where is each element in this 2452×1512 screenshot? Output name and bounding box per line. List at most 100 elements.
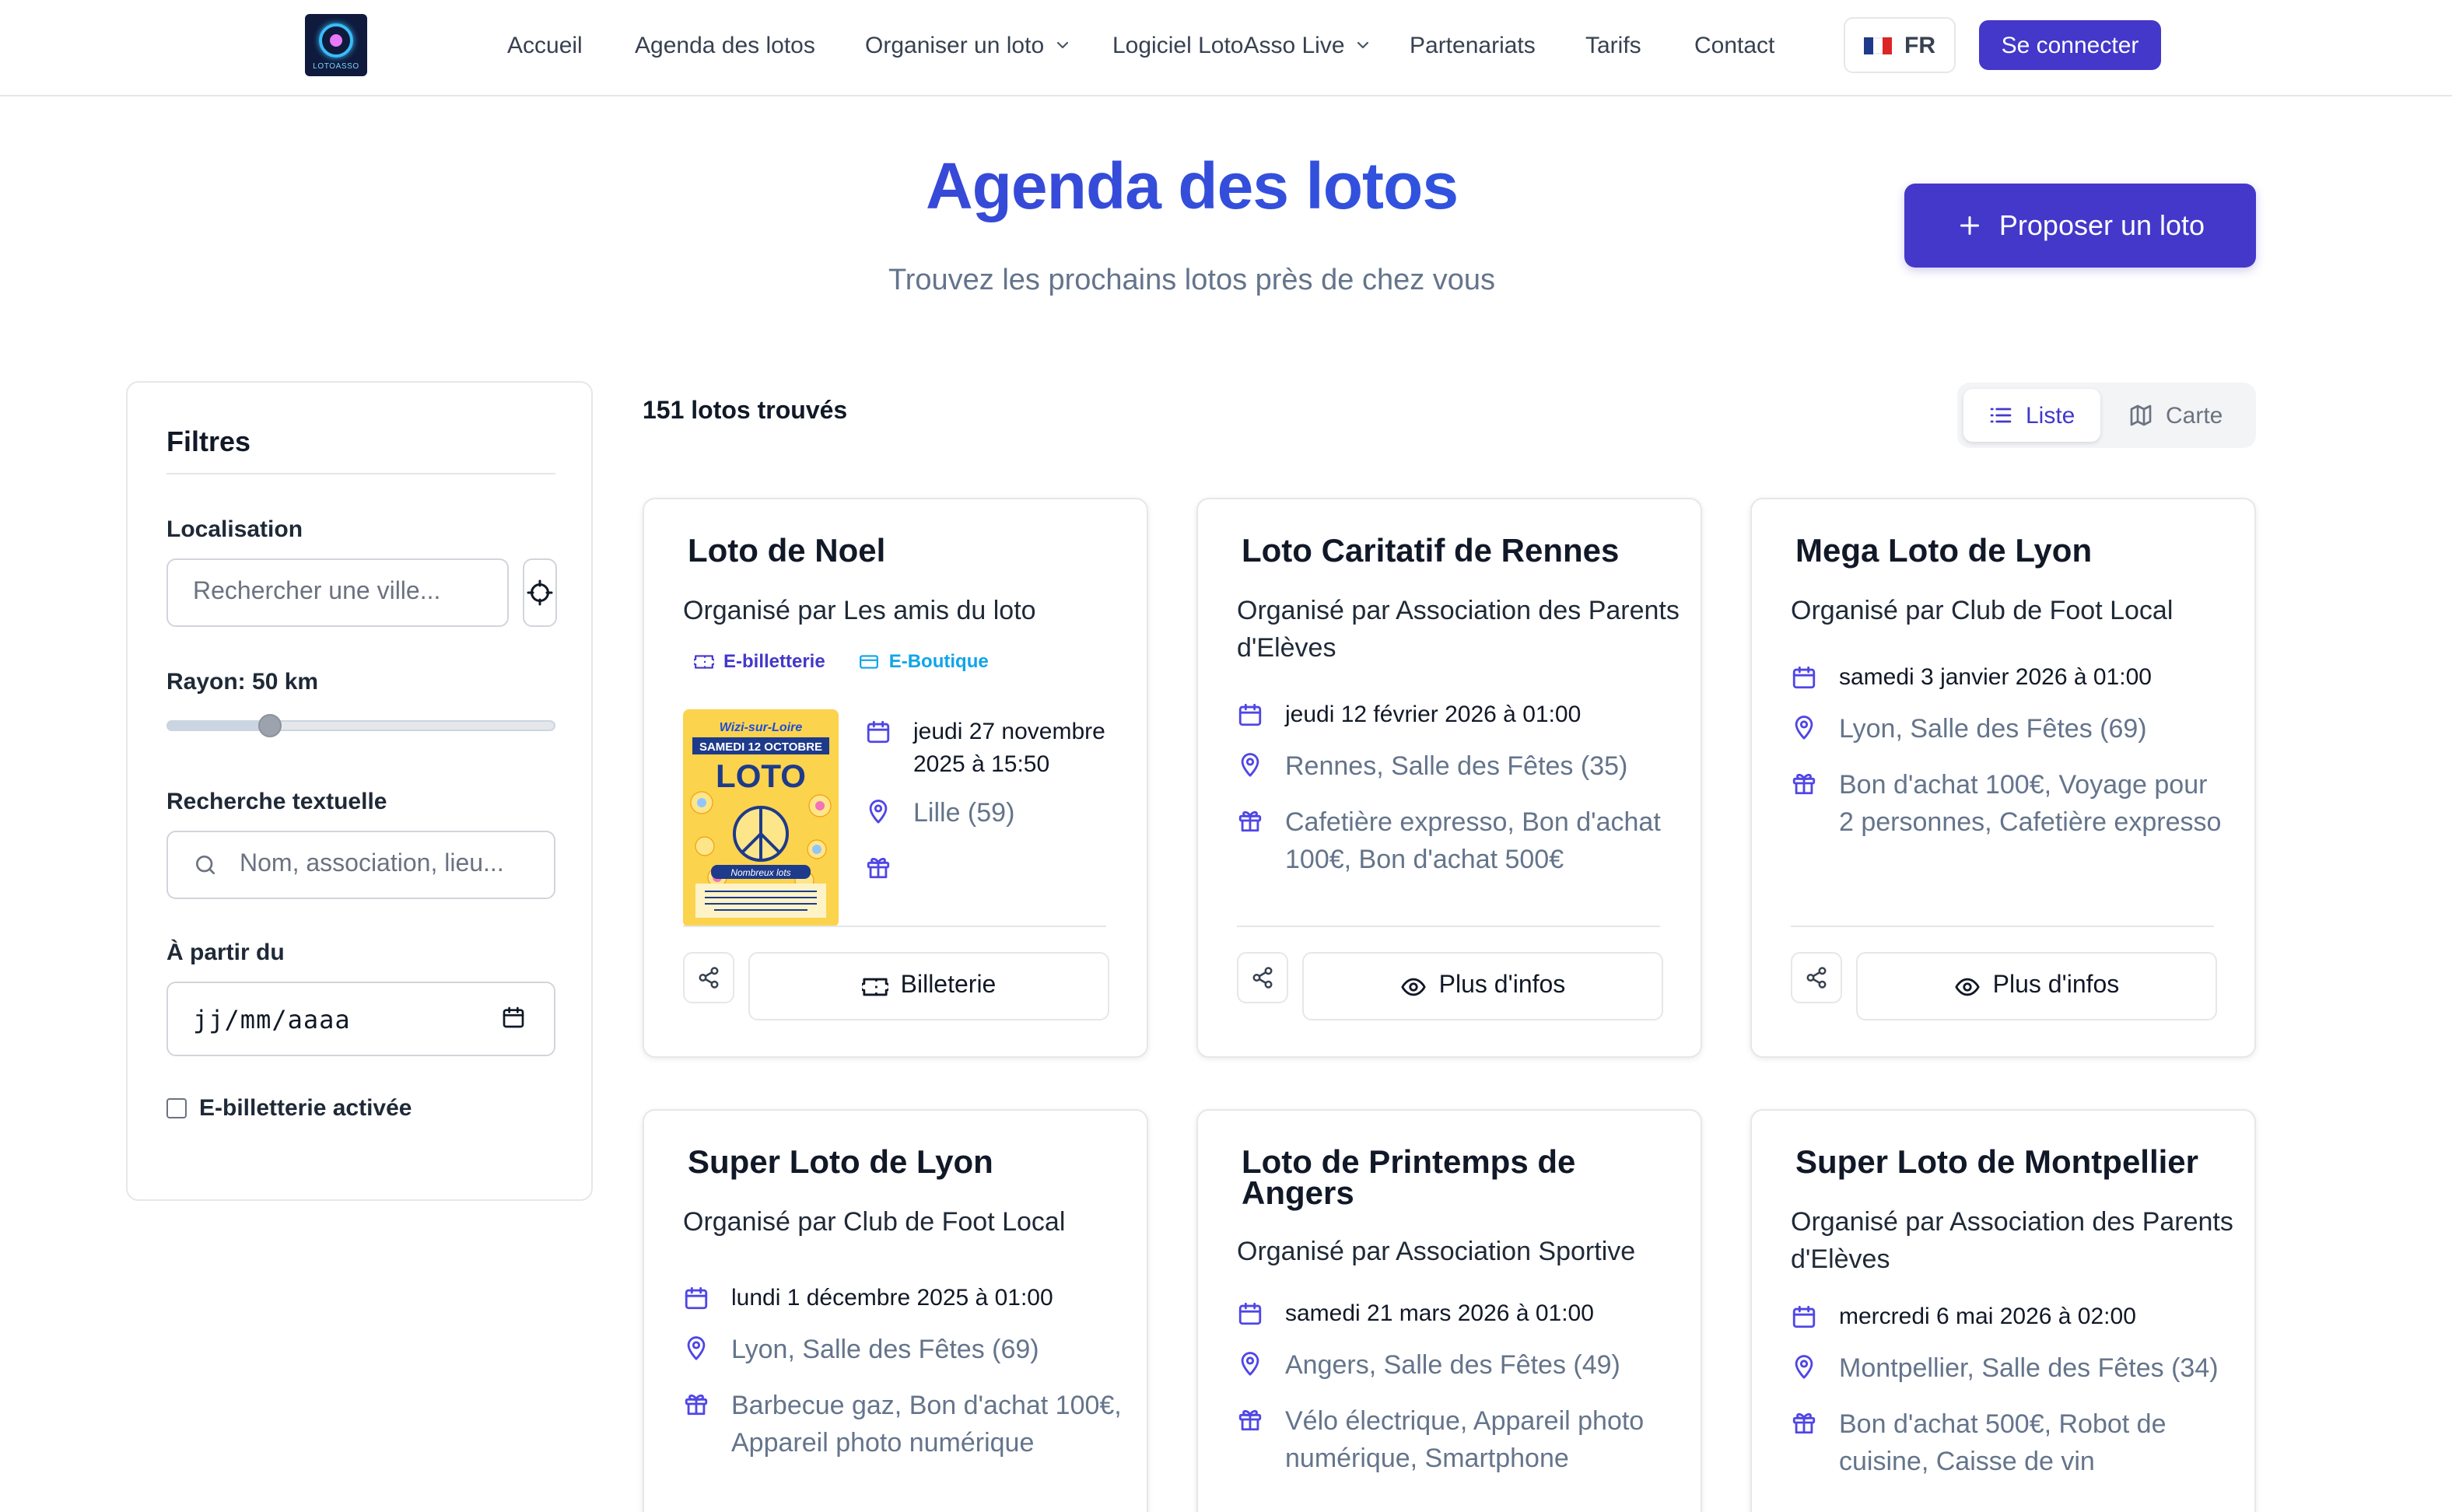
poster-lots: Nombreux lots (730, 867, 790, 878)
more-info-button[interactable]: Plus d'infos (1856, 952, 2217, 1020)
more-info-label: Plus d'infos (1438, 972, 1566, 999)
france-flag-icon (1864, 37, 1892, 54)
card-date-row: lundi 1 décembre 2025 à 01:00 (683, 1282, 1053, 1314)
radius-slider[interactable] (166, 714, 555, 737)
map-pin-icon (1791, 1353, 1817, 1380)
radius-slider-fill (166, 720, 270, 731)
nav-accueil[interactable]: Accueil (507, 32, 583, 58)
nav-organiser[interactable]: Organiser un loto (865, 32, 1072, 58)
list-view-button[interactable]: Liste (1963, 389, 2100, 442)
loto-card: Mega Loto de Lyon Organisé par Club de F… (1750, 498, 2256, 1058)
propose-loto-button[interactable]: Proposer un loto (1904, 184, 2256, 268)
text-search-input[interactable]: Nom, association, lieu... (166, 831, 555, 899)
nav-tarifs[interactable]: Tarifs (1585, 32, 1641, 58)
nav-organiser-label: Organiser un loto (865, 32, 1045, 58)
card-divider (683, 926, 1106, 927)
card-organizer: Organisé par Club de Foot Local (1791, 596, 2174, 625)
card-divider (1237, 926, 1660, 927)
radius-slider-thumb[interactable] (257, 714, 282, 737)
map-pin-icon (1237, 751, 1263, 778)
card-location: Montpellier, Salle des Fêtes (34) (1839, 1353, 2219, 1383)
eboutique-badge: E-Boutique (860, 650, 989, 672)
date-placeholder: jj/mm/aaaa (193, 1004, 351, 1034)
from-date-input[interactable]: jj/mm/aaaa (166, 982, 555, 1056)
card-title: Loto de Printemps de Angers (1242, 1145, 1576, 1212)
loto-card: Super Loto de Lyon Organisé par Club de … (643, 1109, 1148, 1512)
card-date: samedi 21 mars 2026 à 01:00 (1285, 1300, 1594, 1327)
card-date: jeudi 12 février 2026 à 01:00 (1285, 702, 1582, 728)
nav-logiciel[interactable]: Logiciel LotoAsso Live (1112, 32, 1373, 58)
card-date: samedi 3 janvier 2026 à 01:00 (1839, 664, 2152, 691)
gift-icon (1791, 770, 1817, 796)
poster-date: SAMEDI 12 OCTOBRE (699, 740, 822, 754)
card-prizes-row: Bon d'achat 100€, Voyage pour 2 personne… (1791, 767, 2228, 842)
card-location-row: Lyon, Salle des Fêtes (69) (1791, 711, 2147, 748)
nav-agenda[interactable]: Agenda des lotos (635, 32, 815, 58)
share-button[interactable] (1237, 952, 1288, 1003)
plus-icon (1956, 212, 1984, 240)
card-date-row: jeudi 12 février 2026 à 01:00 (1237, 698, 1581, 731)
event-poster-image[interactable]: Wizi-sur-Loire SAMEDI 12 OCTOBRE LOTO No… (683, 709, 839, 927)
map-view-button[interactable]: Carte (2103, 389, 2247, 442)
filters-panel: Filtres Localisation Rechercher une vill… (126, 381, 593, 1201)
card-prizes: Bon d'achat 100€, Voyage pour 2 personne… (1839, 770, 2222, 837)
search-icon (193, 852, 218, 877)
card-location-row: Montpellier, Salle des Fêtes (34) (1791, 1350, 2219, 1388)
login-button[interactable]: Se connecter (1979, 20, 2161, 70)
geolocate-button[interactable] (523, 558, 557, 627)
text-search-placeholder: Nom, association, lieu... (240, 851, 504, 877)
list-view-label: Liste (2026, 402, 2075, 429)
calendar-icon (1791, 664, 1817, 691)
eticket-checkbox[interactable] (166, 1098, 187, 1118)
card-organizer: Organisé par Les amis du loto (683, 596, 1036, 625)
card-location-row: Lille (59) (865, 795, 1014, 832)
card-location-row: Lyon, Salle des Fêtes (69) (683, 1332, 1039, 1369)
card-badges: E-billetterie E-Boutique (694, 650, 989, 672)
eye-icon (1954, 973, 1981, 999)
share-icon (1251, 966, 1274, 989)
card-prizes-row: Bon d'achat 500€, Robot de cuisine, Cais… (1791, 1406, 2228, 1481)
nav-contact[interactable]: Contact (1694, 32, 1774, 58)
eticket-filter[interactable]: E-billetterie activée (166, 1095, 412, 1122)
filters-divider (166, 473, 555, 474)
lotoasso-logo[interactable]: LOTOASSO (305, 14, 367, 76)
gift-icon (1791, 1409, 1817, 1436)
more-info-label: Plus d'infos (1992, 972, 2120, 999)
card-date: mercredi 6 mai 2026 à 02:00 (1839, 1304, 2136, 1330)
language-selector[interactable]: FR (1844, 17, 1956, 73)
calendar-picker-icon[interactable] (501, 1005, 526, 1030)
nav-partenariats[interactable]: Partenariats (1410, 32, 1536, 58)
card-date-row: samedi 21 mars 2026 à 01:00 (1237, 1297, 1594, 1330)
loto-card: Super Loto de Montpellier Organisé par A… (1750, 1109, 2256, 1512)
ticket-icon (862, 973, 888, 999)
share-icon (1805, 966, 1828, 989)
share-button[interactable] (683, 952, 734, 1003)
card-date-row: samedi 3 janvier 2026 à 01:00 (1791, 661, 2152, 694)
card-location-row: Rennes, Salle des Fêtes (35) (1237, 748, 1627, 786)
card-prizes-row: Cafetière expresso, Bon d'achat 100€, Bo… (1237, 804, 1674, 879)
card-location: Rennes, Salle des Fêtes (35) (1285, 751, 1628, 781)
eye-icon (1400, 973, 1427, 999)
card-prizes-row: Barbecue gaz, Bon d'achat 100€, Appareil… (683, 1388, 1128, 1462)
card-prizes: Cafetière expresso, Bon d'achat 100€, Bo… (1285, 807, 1661, 874)
card-title: Loto de Noel (688, 534, 886, 569)
card-date-row: mercredi 6 mai 2026 à 02:00 (1791, 1300, 2136, 1333)
top-navbar: LOTOASSO Accueil Agenda des lotos Organi… (0, 0, 2452, 96)
more-info-button[interactable]: Plus d'infos (1302, 952, 1663, 1020)
results-count: 151 lotos trouvés (643, 398, 848, 425)
location-search-input[interactable]: Rechercher une ville... (166, 558, 509, 627)
from-date-label: À partir du (166, 940, 285, 966)
logo-text: LOTOASSO (313, 62, 359, 72)
share-button[interactable] (1791, 952, 1842, 1003)
chevron-down-icon (1354, 36, 1373, 54)
loto-card: Loto de Printemps de Angers Organisé par… (1196, 1109, 1702, 1512)
gift-icon (1237, 807, 1263, 834)
card-location: Lyon, Salle des Fêtes (69) (731, 1335, 1039, 1364)
ticketing-button[interactable]: Billeterie (748, 952, 1109, 1020)
card-location: Lille (59) (913, 798, 1015, 828)
card-divider (1791, 926, 2214, 927)
card-date: lundi 1 décembre 2025 à 01:00 (731, 1285, 1053, 1311)
ticket-icon (694, 651, 714, 671)
card-location-row: Angers, Salle des Fêtes (49) (1237, 1347, 1620, 1384)
card-organizer: Organisé par Association Sportive (1237, 1237, 1636, 1266)
